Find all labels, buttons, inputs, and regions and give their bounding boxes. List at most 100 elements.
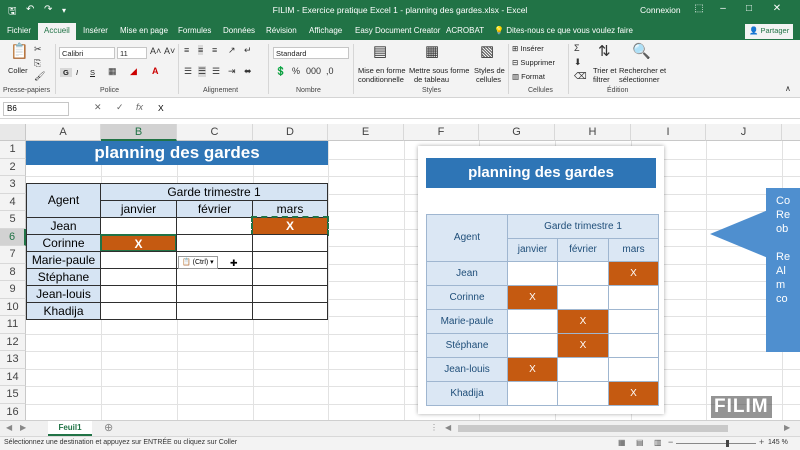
tab-affichage[interactable]: Affichage bbox=[309, 26, 342, 35]
cancel-entry-icon[interactable]: ✕ bbox=[94, 102, 102, 113]
row-header-16[interactable]: 16 bbox=[0, 403, 26, 420]
scroll-left-h-icon[interactable]: ◀ bbox=[445, 423, 451, 432]
reference-picture[interactable]: planning des gardes Agent Garde trimestr… bbox=[418, 146, 664, 414]
horizontal-scrollbar[interactable] bbox=[458, 425, 728, 432]
clear-icon[interactable]: ⌫ bbox=[574, 71, 587, 82]
data-cell[interactable] bbox=[252, 268, 328, 286]
cell-styles-button[interactable]: Styles de bbox=[474, 66, 505, 75]
row-header-7[interactable]: 7 bbox=[0, 246, 26, 264]
maximize-icon[interactable]: □ bbox=[742, 3, 756, 14]
active-cell-b6[interactable]: X bbox=[100, 234, 177, 252]
paste-icon[interactable]: 📋 bbox=[10, 42, 29, 60]
data-cell[interactable] bbox=[100, 251, 177, 269]
sort-filter-icon[interactable]: ⇅ bbox=[598, 42, 611, 60]
data-cell[interactable] bbox=[252, 251, 328, 269]
agent-cell-stephane[interactable]: Stéphane bbox=[26, 268, 101, 286]
insert-function-icon[interactable]: fx bbox=[136, 102, 143, 112]
sheet-options-icon[interactable]: ⋮ bbox=[430, 423, 438, 432]
column-header-k[interactable] bbox=[782, 124, 800, 141]
copied-cell-jean-mars[interactable]: X bbox=[251, 216, 329, 236]
orientation-icon[interactable]: ↗ bbox=[228, 45, 236, 56]
zoom-out-icon[interactable]: − bbox=[668, 437, 673, 447]
tell-me-search[interactable]: 💡 Dites-nous ce que vous voulez faire bbox=[494, 26, 633, 35]
borders-icon[interactable]: ▦ bbox=[108, 66, 117, 77]
fill-icon[interactable]: ⬇ bbox=[574, 57, 582, 68]
scroll-right-icon[interactable]: ▶ bbox=[20, 423, 26, 432]
sort-filter-button-line2[interactable]: filtrer bbox=[593, 75, 610, 84]
zoom-level[interactable]: 145 % bbox=[768, 439, 788, 446]
column-header-h[interactable]: H bbox=[555, 124, 631, 141]
minimize-icon[interactable]: – bbox=[716, 3, 730, 14]
fill-color-icon[interactable]: ◢ bbox=[130, 66, 137, 77]
data-cell[interactable] bbox=[100, 285, 177, 303]
page-break-icon[interactable]: ▥ bbox=[654, 438, 662, 447]
ribbon-options-icon[interactable]: ⬚ bbox=[692, 3, 706, 14]
data-cell[interactable] bbox=[252, 302, 328, 320]
row-header-9[interactable]: 9 bbox=[0, 281, 26, 299]
column-header-c[interactable]: C bbox=[177, 124, 253, 141]
month-header-janvier[interactable]: janvier bbox=[100, 200, 177, 218]
scroll-right-h-icon[interactable]: ▶ bbox=[784, 423, 790, 432]
scroll-left-icon[interactable]: ◀ bbox=[6, 423, 12, 432]
share-button[interactable]: 👤 Partager bbox=[745, 24, 794, 39]
format-cells-button[interactable]: ▥ Format bbox=[512, 72, 545, 81]
row-header-1[interactable]: 1 bbox=[0, 141, 26, 159]
select-all-corner[interactable] bbox=[0, 124, 26, 141]
thousands-icon[interactable]: 000 bbox=[306, 66, 321, 76]
data-cell[interactable] bbox=[100, 268, 177, 286]
align-center-icon[interactable]: ☰ bbox=[198, 66, 207, 77]
align-middle-icon[interactable]: ≡ bbox=[198, 45, 204, 55]
normal-view-icon[interactable]: ▦ bbox=[618, 438, 626, 447]
tab-formules[interactable]: Formules bbox=[178, 26, 211, 35]
align-right-icon[interactable]: ☰ bbox=[212, 66, 220, 77]
find-select-icon[interactable]: 🔍 bbox=[632, 42, 651, 60]
row-header-10[interactable]: 10 bbox=[0, 298, 26, 316]
data-cell[interactable] bbox=[176, 302, 253, 320]
indent-icon[interactable]: ⇥ bbox=[228, 66, 236, 77]
paste-button[interactable]: Coller bbox=[8, 66, 28, 75]
tab-inserer[interactable]: Insérer bbox=[83, 26, 108, 35]
conditional-format-icon[interactable]: ▤ bbox=[373, 42, 387, 60]
tab-donnees[interactable]: Données bbox=[223, 26, 255, 35]
group-header-cell[interactable]: Garde trimestre 1 bbox=[100, 183, 328, 201]
row-header-6[interactable]: 6 bbox=[0, 228, 26, 246]
row-header-15[interactable]: 15 bbox=[0, 386, 26, 404]
wrap-text-icon[interactable]: ↵ bbox=[244, 45, 252, 56]
underline-button[interactable]: S bbox=[90, 68, 95, 77]
zoom-in-icon[interactable]: + bbox=[759, 437, 764, 447]
font-color-icon[interactable]: A bbox=[152, 66, 159, 76]
collapse-ribbon-icon[interactable]: ∧ bbox=[785, 84, 791, 93]
agent-cell-jean[interactable]: Jean bbox=[26, 217, 101, 235]
sort-filter-button[interactable]: Trier et bbox=[593, 66, 616, 75]
tab-acrobat[interactable]: ACROBAT bbox=[446, 26, 484, 35]
row-header-2[interactable]: 2 bbox=[0, 158, 26, 176]
format-table-button-line2[interactable]: de tableau bbox=[414, 75, 449, 84]
data-cell[interactable] bbox=[252, 234, 328, 252]
cell-styles-button-line2[interactable]: cellules bbox=[476, 75, 501, 84]
zoom-slider[interactable] bbox=[676, 443, 756, 444]
conditional-format-button[interactable]: Mise en forme bbox=[358, 66, 406, 75]
formula-input[interactable]: X bbox=[158, 103, 164, 113]
row-header-5[interactable]: 5 bbox=[0, 211, 26, 229]
tab-easy-document-creator[interactable]: Easy Document Creator bbox=[355, 26, 440, 35]
agent-cell-marie-paule[interactable]: Marie-paule bbox=[26, 251, 101, 269]
format-table-button[interactable]: Mettre sous forme bbox=[409, 66, 469, 75]
find-select-button-line2[interactable]: sélectionner bbox=[619, 75, 659, 84]
tab-accueil[interactable]: Accueil bbox=[38, 23, 76, 40]
sign-in-link[interactable]: Connexion bbox=[640, 5, 681, 15]
row-header-13[interactable]: 13 bbox=[0, 351, 26, 369]
instruction-callout[interactable]: Co Re ob Re Al m co bbox=[766, 188, 800, 352]
column-header-d[interactable]: D bbox=[253, 124, 328, 141]
decrease-font-icon[interactable]: A˅ bbox=[164, 46, 175, 56]
increase-font-icon[interactable]: A˄ bbox=[150, 46, 161, 56]
name-box[interactable]: B6 bbox=[3, 102, 69, 116]
row-header-3[interactable]: 3 bbox=[0, 176, 26, 194]
column-header-a[interactable]: A bbox=[26, 124, 101, 141]
row-header-8[interactable]: 8 bbox=[0, 263, 26, 281]
tab-fichier[interactable]: Fichier bbox=[7, 26, 31, 35]
confirm-entry-icon[interactable]: ✓ bbox=[116, 102, 124, 113]
zoom-slider-handle[interactable] bbox=[726, 440, 729, 447]
agent-cell-jean-louis[interactable]: Jean-louis bbox=[26, 285, 101, 303]
data-cell[interactable] bbox=[100, 302, 177, 320]
data-cell[interactable] bbox=[176, 268, 253, 286]
